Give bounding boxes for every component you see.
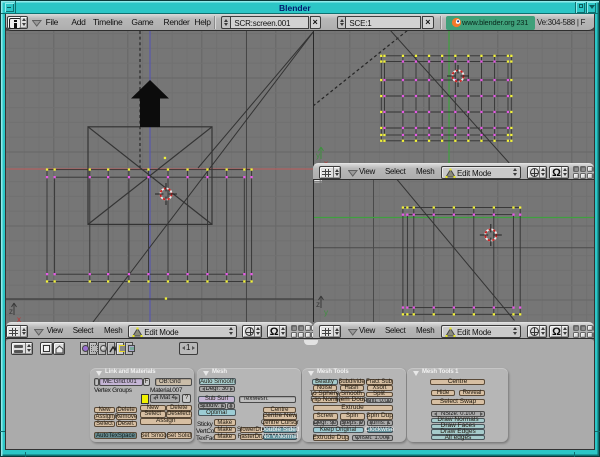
svg-text:y: y [324, 308, 328, 317]
svg-text:z: z [9, 307, 13, 316]
svg-text:z: z [316, 300, 320, 309]
svg-text:y: y [316, 151, 320, 160]
svg-text:x: x [17, 315, 21, 322]
